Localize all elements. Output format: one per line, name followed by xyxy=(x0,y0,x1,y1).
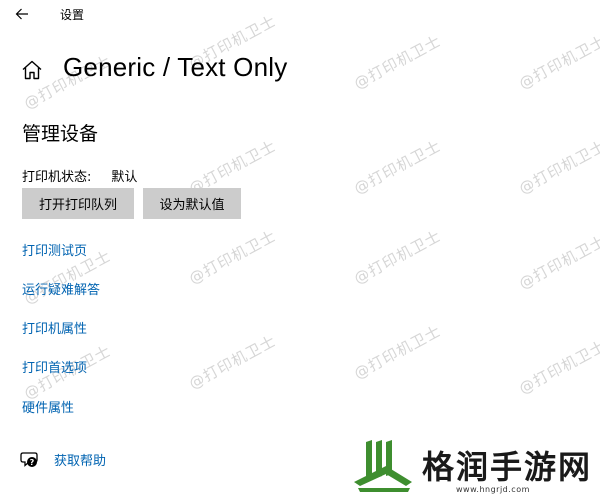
print-test-page-link[interactable]: 打印测试页 xyxy=(22,240,87,259)
window-title: 设置 xyxy=(60,8,85,22)
svg-text:?: ? xyxy=(30,458,35,467)
get-help-link[interactable]: 获取帮助 xyxy=(54,450,106,469)
watermark: @打印机卫士 xyxy=(515,336,600,398)
watermark: @打印机卫士 xyxy=(515,231,600,293)
watermark: @打印机卫士 xyxy=(185,226,280,288)
home-icon xyxy=(22,60,42,80)
printer-properties-link[interactable]: 打印机属性 xyxy=(22,318,87,337)
watermark: @打印机卫士 xyxy=(515,136,600,198)
printing-preferences-link[interactable]: 打印首选项 xyxy=(22,357,87,376)
settings-window: @打印机卫士 @打印机卫士 @打印机卫士 @打印机卫士 @打印机卫士 @打印机卫… xyxy=(0,0,600,500)
action-buttons: 打开打印队列 设为默认值 xyxy=(22,188,241,219)
site-logo: 格润手游网 www.hngrjd.com xyxy=(352,438,600,500)
brand-name: 格润手游网 xyxy=(422,448,593,486)
status-value: 默认 xyxy=(111,170,138,185)
back-arrow-icon xyxy=(15,8,28,20)
page-title: Generic / Text Only xyxy=(63,52,288,82)
hardware-properties-link[interactable]: 硬件属性 xyxy=(22,397,74,416)
get-help-row[interactable]: ? 获取帮助 xyxy=(20,449,106,469)
section-title: 管理设备 xyxy=(22,123,99,145)
watermark: @打印机卫士 xyxy=(350,136,445,198)
watermark: @打印机卫士 xyxy=(350,31,445,93)
watermark: @打印机卫士 xyxy=(515,31,600,93)
title-bar: 设置 xyxy=(0,0,600,28)
back-button[interactable] xyxy=(12,4,32,24)
printer-status: 打印机状态: 默认 xyxy=(22,166,137,185)
set-default-button[interactable]: 设为默认值 xyxy=(143,188,241,219)
status-label: 打印机状态: xyxy=(22,170,92,185)
run-troubleshooter-link[interactable]: 运行疑难解答 xyxy=(22,279,100,298)
brand-logo-icon xyxy=(354,440,412,492)
help-chat-icon: ? xyxy=(20,452,38,467)
watermark: @打印机卫士 xyxy=(350,321,445,383)
watermark: @打印机卫士 xyxy=(185,331,280,393)
watermark: @打印机卫士 xyxy=(350,226,445,288)
brand-url: www.hngrjd.com xyxy=(456,485,530,494)
open-print-queue-button[interactable]: 打开打印队列 xyxy=(22,188,134,219)
